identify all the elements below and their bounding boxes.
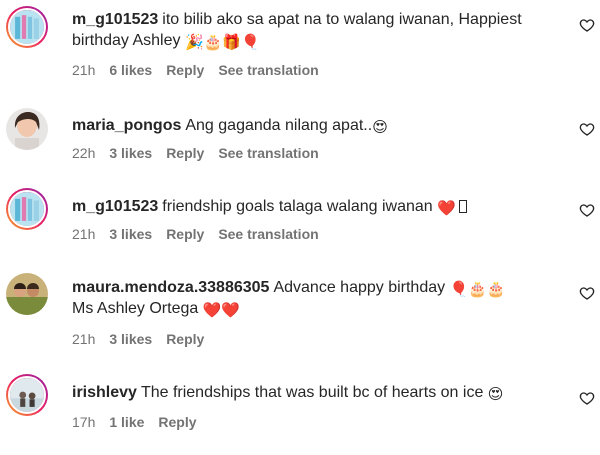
comment-text: Advance happy birthday [273,279,446,296]
comment-body: m_g101523 friendship goals talaga walang … [72,196,562,217]
comment-text: Ang gaganda nilang apat.. [185,117,373,134]
comment-time: 21h [72,331,96,347]
like-heart-icon[interactable] [579,285,595,301]
avatar[interactable] [6,108,48,150]
comment-body: maria_pongos Ang gaganda nilang apat..😍 [72,115,562,136]
party-cake-gift-balloon-emoji: 🎉🎂🎁🎈 [184,34,260,51]
likes-count[interactable]: 3 likes [109,226,152,242]
avatar[interactable] [6,273,48,315]
missing-glyph-icon [458,200,467,213]
see-translation-button[interactable]: See translation [218,145,318,161]
heart-eyes-emoji: 😍 [372,119,388,136]
comment-username[interactable]: maura.mendoza.33886305 [72,279,269,296]
like-heart-icon[interactable] [579,390,595,406]
likes-count[interactable]: 6 likes [109,62,152,78]
balloon-cake-emoji: 🎈🎂🎂 [449,281,506,298]
comment-body: irishlevy The friendships that was built … [72,382,562,403]
avatar[interactable] [6,6,48,48]
comment-username[interactable]: m_g101523 [72,11,158,28]
comment-body: m_g101523 ito bilib ako sa apat na to wal… [72,9,562,51]
comment-meta: 21h 3 likes Reply See translation [72,226,333,242]
comment-meta: 22h 3 likes Reply See translation [72,145,333,161]
comment-text: The friendships that was built bc of hea… [140,384,484,401]
see-translation-button[interactable]: See translation [218,226,318,242]
likes-count[interactable]: 3 likes [109,331,152,347]
reply-button[interactable]: Reply [166,62,204,78]
reply-button[interactable]: Reply [166,145,204,161]
reply-button[interactable]: Reply [158,414,196,430]
comment-text-continued: Ms Ashley Ortega [72,300,199,317]
see-translation-button[interactable]: See translation [218,62,318,78]
comment-meta: 21h 6 likes Reply See translation [72,62,333,78]
comment-text: friendship goals talaga walang iwanan [162,198,433,215]
avatar[interactable] [6,374,48,416]
comment-username[interactable]: irishlevy [72,384,137,401]
heart-eyes-emoji: 😍 [487,386,504,403]
comment-time: 17h [72,414,96,430]
reply-button[interactable]: Reply [166,331,204,347]
comment-time: 21h [72,62,96,78]
likes-count[interactable]: 3 likes [109,145,152,161]
comment-body: maura.mendoza.33886305 Advance happy birt… [72,277,562,319]
like-heart-icon[interactable] [579,202,595,218]
avatar[interactable] [6,188,48,230]
comment-meta: 21h 3 likes Reply [72,331,218,347]
red-heart-emoji: ❤️ [437,200,456,217]
comment-username[interactable]: m_g101523 [72,198,158,215]
likes-count[interactable]: 1 like [109,414,144,430]
comment-time: 22h [72,145,96,161]
like-heart-icon[interactable] [579,17,595,33]
comment-meta: 17h 1 like Reply [72,414,211,430]
red-hearts-emoji: ❤️❤️ [202,302,241,319]
reply-button[interactable]: Reply [166,226,204,242]
comment-time: 21h [72,226,96,242]
like-heart-icon[interactable] [579,121,595,137]
comment-username[interactable]: maria_pongos [72,117,181,134]
